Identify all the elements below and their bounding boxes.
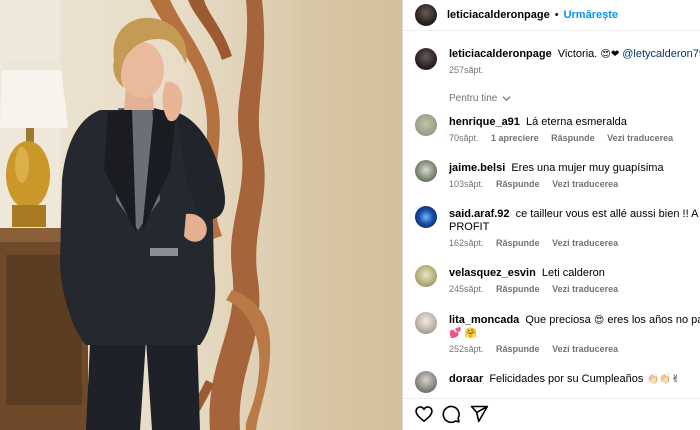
comment-time[interactable]: 70săpt.	[449, 133, 479, 143]
post-header: leticiacalderonpage • Urmărește	[403, 0, 700, 30]
translate-button[interactable]: Vezi traducerea	[607, 133, 673, 143]
comment-time[interactable]: 103săpt.	[449, 179, 484, 189]
caption-time[interactable]: 257săpt.	[449, 65, 484, 75]
avatar[interactable]	[415, 206, 437, 228]
comment-emoji-line2: 💕 🤗	[449, 328, 478, 339]
comment-time[interactable]: 252săpt.	[449, 344, 484, 354]
comment-text: Que preciosa	[525, 314, 591, 326]
translate-button[interactable]: Vezi traducerea	[552, 238, 618, 248]
comment-text: ce tailleur vous est allé aussi bien !! …	[515, 208, 700, 220]
avatar[interactable]	[415, 265, 437, 287]
comment-username[interactable]: said.araf.92	[449, 208, 510, 220]
comment-text: Felicidades por su Cumpleaños	[489, 373, 644, 385]
translate-button[interactable]: Vezi traducerea	[552, 284, 618, 294]
avatar[interactable]	[415, 160, 437, 182]
comment-time[interactable]: 245săpt.	[449, 284, 484, 294]
header-username[interactable]: leticiacalderonpage	[447, 9, 550, 21]
comment-emoji: 👏🏻👏🏻✌	[646, 374, 680, 385]
avatar[interactable]	[415, 114, 437, 136]
header-divider	[403, 30, 700, 31]
share-icon[interactable]	[469, 404, 489, 424]
follow-button[interactable]: Urmărește	[564, 9, 618, 21]
comment-time[interactable]: 162săpt.	[449, 238, 484, 248]
caption-mention[interactable]: @letycalderon79	[622, 48, 700, 60]
translate-button[interactable]: Vezi traducerea	[552, 344, 618, 354]
comment-username[interactable]: doraar	[449, 373, 483, 385]
reply-button[interactable]: Răspunde	[551, 133, 595, 143]
avatar[interactable]	[415, 371, 437, 393]
comment-likes[interactable]: 1 apreciere	[491, 133, 539, 143]
comment-username[interactable]: jaime.belsi	[449, 162, 505, 174]
reply-button[interactable]: Răspunde	[496, 284, 540, 294]
header-separator: •	[554, 9, 559, 21]
caption-username[interactable]: leticiacalderonpage	[449, 48, 552, 60]
comment-text-continued: PROFIT	[449, 221, 490, 233]
comment-text: Eres una mujer muy guapísima	[511, 162, 664, 174]
reply-button[interactable]: Răspunde	[496, 344, 540, 354]
translate-button[interactable]: Vezi traducerea	[552, 179, 618, 189]
heart-icon[interactable]	[414, 404, 434, 424]
reply-button[interactable]: Răspunde	[496, 179, 540, 189]
avatar[interactable]	[415, 4, 437, 26]
avatar[interactable]	[415, 312, 437, 334]
comments-panel: leticiacalderonpage • Urmărește leticiac…	[403, 0, 700, 430]
reply-button[interactable]: Răspunde	[496, 238, 540, 248]
comment-text: Leti calderon	[541, 267, 605, 279]
post-photo[interactable]	[0, 0, 402, 430]
comment-username[interactable]: henrique_a91	[449, 116, 520, 128]
caption-emojis: 😍❤	[600, 49, 620, 60]
photo-illustration	[0, 0, 402, 430]
comment-emoji: 😍	[593, 315, 605, 326]
caption-text: Victoria.	[557, 48, 598, 60]
sort-label: Pentru tine	[449, 93, 498, 104]
comment-text: Lá eterna esmeralda	[525, 116, 627, 128]
comment-text-after: eres los años no pasan par	[607, 314, 700, 326]
comment-username[interactable]: lita_moncada	[449, 314, 519, 326]
comment-username[interactable]: velasquez_esvin	[449, 267, 536, 279]
comment-icon[interactable]	[441, 404, 461, 424]
chevron-down-icon	[502, 96, 511, 101]
sort-selector[interactable]: Pentru tine	[449, 93, 511, 104]
avatar[interactable]	[415, 48, 437, 70]
action-bar	[403, 398, 700, 430]
